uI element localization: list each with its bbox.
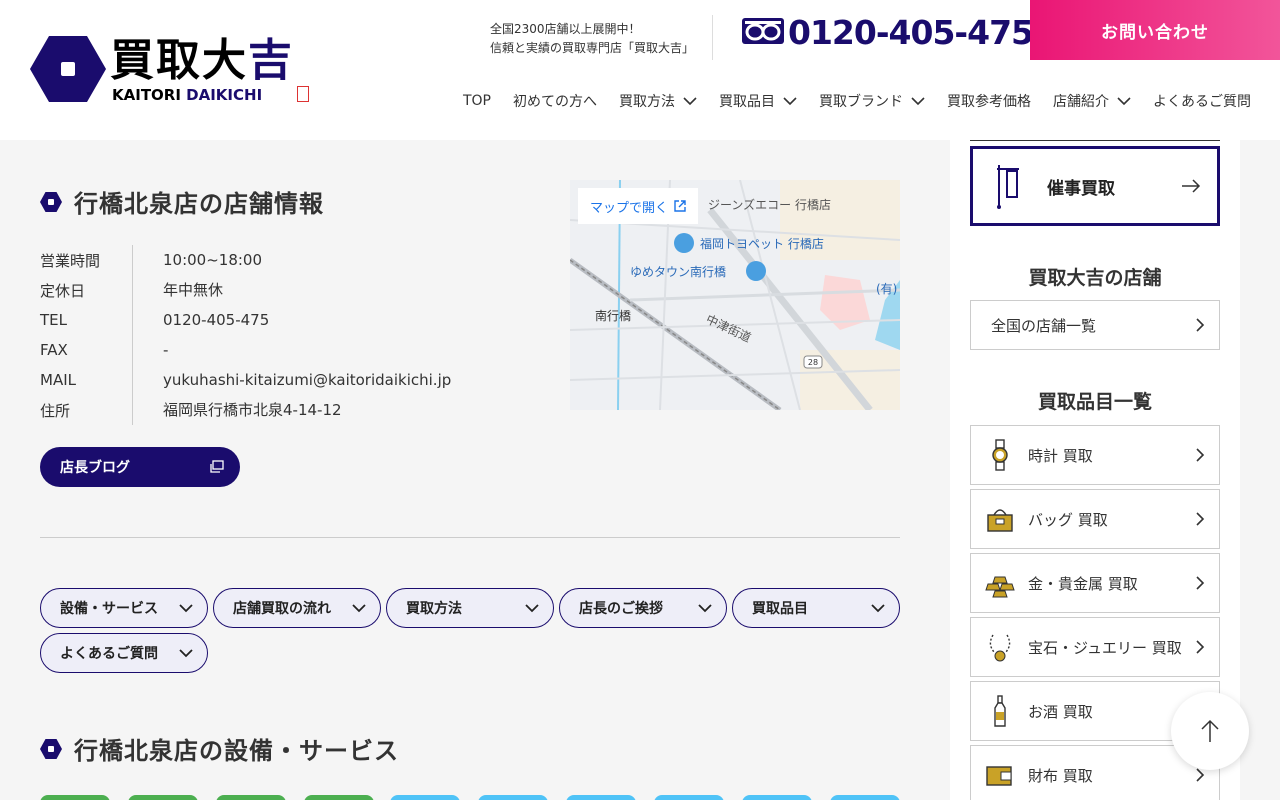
hexagon-bullet-icon: [40, 191, 62, 212]
service-badge: [390, 795, 460, 800]
wallet-icon: [986, 766, 1012, 786]
service-badge: [742, 795, 812, 800]
chevron-down-icon: [525, 604, 539, 613]
logo-wordmark: 買取大吉: [110, 35, 294, 86]
info-row-tel: TEL 0120-405-475: [40, 305, 451, 335]
logo-stamp-icon: [297, 86, 309, 102]
stores-heading: 買取大吉の店舗: [1028, 267, 1162, 289]
nav-item-faq[interactable]: よくあるご質問: [1131, 91, 1251, 111]
manager-blog-button[interactable]: 店長ブログ: [40, 447, 240, 487]
chevron-down-icon: [911, 97, 925, 106]
map-open-button[interactable]: マップで開く: [578, 188, 698, 224]
map-label-youme: ゆめタウン南行橋: [630, 264, 726, 279]
pill-methods[interactable]: 買取方法: [386, 588, 554, 628]
map-label-station: 南行橋: [595, 308, 631, 323]
services-title: 行橋北泉店の設備・サービス: [40, 731, 399, 766]
service-badge: [304, 795, 374, 800]
chevron-right-icon: [1196, 640, 1205, 654]
main-content: 行橋北泉店の店舗情報 営業時間 10:00~18:00 定休日 年中無休 TEL 01…: [0, 140, 950, 800]
site-logo[interactable]: 買取大吉 KAITORI DAIKICHI: [30, 36, 320, 108]
event-buying-button[interactable]: 催事買取: [970, 146, 1220, 226]
items-heading: 買取品目一覧: [1037, 391, 1152, 413]
info-row-mail: MAIL yukuhashi-kitaizumi@kaitoridaikichi.…: [40, 365, 451, 395]
chevron-right-icon: [1196, 318, 1205, 332]
pill-services[interactable]: 設備・サービス: [40, 588, 208, 628]
map-route-label: 28: [808, 358, 818, 367]
bag-icon: [987, 509, 1013, 532]
watch-icon: [992, 439, 1008, 471]
service-badge: [128, 795, 198, 800]
nav-item-first-time[interactable]: 初めての方へ: [491, 91, 597, 111]
chevron-right-icon: [1196, 448, 1205, 462]
service-badge: [216, 795, 286, 800]
item-link-gold[interactable]: 金・貴金属 買取: [970, 553, 1220, 613]
right-gutter: [1240, 140, 1280, 800]
all-stores-link[interactable]: 全国の店舗一覧: [970, 300, 1220, 350]
map-label-toyopet: 福岡トヨペット 行橋店: [700, 236, 824, 251]
nav-item-stores[interactable]: 店舗紹介: [1031, 91, 1131, 111]
map-label-jeans: ジーンズエコー 行橋店: [708, 197, 831, 212]
chevron-down-icon: [698, 604, 712, 613]
nav-item-top[interactable]: TOP: [441, 93, 491, 109]
main-nav: TOP 初めての方へ 買取方法 買取品目 買取ブランド 買取参考価格 店舗紹介 …: [441, 90, 1251, 112]
chevron-down-icon: [179, 649, 193, 658]
pill-flow[interactable]: 店舗買取の流れ: [213, 588, 381, 628]
free-dial-icon: [742, 18, 784, 44]
store-info-table: 営業時間 10:00~18:00 定休日 年中無休 TEL 0120-405-475 …: [40, 245, 451, 425]
nav-item-prices[interactable]: 買取参考価格: [925, 91, 1031, 111]
header-phone[interactable]: 0120-405-475: [742, 12, 1034, 52]
hexagon-bullet-icon: [40, 738, 62, 759]
pill-items[interactable]: 買取品目: [732, 588, 900, 628]
service-badge: [830, 795, 900, 800]
chevron-right-icon: [1196, 512, 1205, 526]
chevron-down-icon: [871, 604, 885, 613]
back-to-top-button[interactable]: [1171, 692, 1249, 770]
section-divider: [40, 537, 900, 538]
store-info-title: 行橋北泉店の店舗情報: [40, 184, 324, 219]
pill-faq[interactable]: よくあるご質問: [40, 633, 208, 673]
service-badge: [478, 795, 548, 800]
header-divider: [712, 15, 713, 60]
logo-hexagon-icon: [30, 36, 106, 102]
service-badge: [40, 795, 110, 800]
phone-number: 0120-405-475: [788, 12, 1034, 52]
chevron-right-icon: [1196, 576, 1205, 590]
bottle-icon: [994, 695, 1006, 727]
arrow-right-icon: [1182, 179, 1201, 193]
item-link-watch[interactable]: 時計 買取: [970, 425, 1220, 485]
sidebar-top-rule: [970, 140, 1220, 141]
chevron-down-icon: [783, 97, 797, 106]
info-row-fax: FAX -: [40, 335, 451, 365]
banner-flag-icon: [997, 165, 1019, 209]
info-row-address: 住所 福岡県行橋市北泉4-14-12: [40, 395, 451, 425]
nav-item-methods[interactable]: 買取方法: [597, 91, 697, 111]
chevron-right-icon: [1196, 768, 1205, 782]
logo-romaji: KAITORI DAIKICHI: [112, 86, 263, 104]
header-tagline: 全国2300店舗以上展開中！ 信頼と実績の買取専門店「買取大吉」: [490, 22, 695, 55]
item-link-jewelry[interactable]: 宝石・ジュエリー 買取: [970, 617, 1220, 677]
gold-icon: [985, 576, 1015, 598]
external-window-icon: [210, 460, 224, 473]
service-badge: [566, 795, 636, 800]
chevron-down-icon: [1117, 97, 1131, 106]
info-row-hours: 営業時間 10:00~18:00: [40, 245, 451, 275]
pill-greeting[interactable]: 店長のご挨拶: [559, 588, 727, 628]
external-link-icon: [674, 200, 686, 212]
nav-item-items[interactable]: 買取品目: [697, 91, 797, 111]
chevron-down-icon: [352, 604, 366, 613]
site-header: 買取大吉 KAITORI DAIKICHI 全国2300店舗以上展開中！ 信頼と…: [0, 0, 1280, 140]
jewelry-icon: [989, 634, 1011, 662]
chevron-down-icon: [179, 604, 193, 613]
item-link-bag[interactable]: バッグ 買取: [970, 489, 1220, 549]
nav-item-brands[interactable]: 買取ブランド: [797, 91, 925, 111]
service-badge: [654, 795, 724, 800]
map-label-yu: (有): [876, 282, 897, 296]
chevron-down-icon: [683, 97, 697, 106]
contact-button[interactable]: お問い合わせ: [1030, 0, 1280, 60]
info-row-closed: 定休日 年中無休: [40, 275, 451, 305]
arrow-up-icon: [1201, 719, 1219, 742]
store-map[interactable]: 28 ジーンズエコー 行橋店 福岡トヨペット 行橋店 ゆめタウン南行橋 南行橋 …: [570, 180, 900, 410]
